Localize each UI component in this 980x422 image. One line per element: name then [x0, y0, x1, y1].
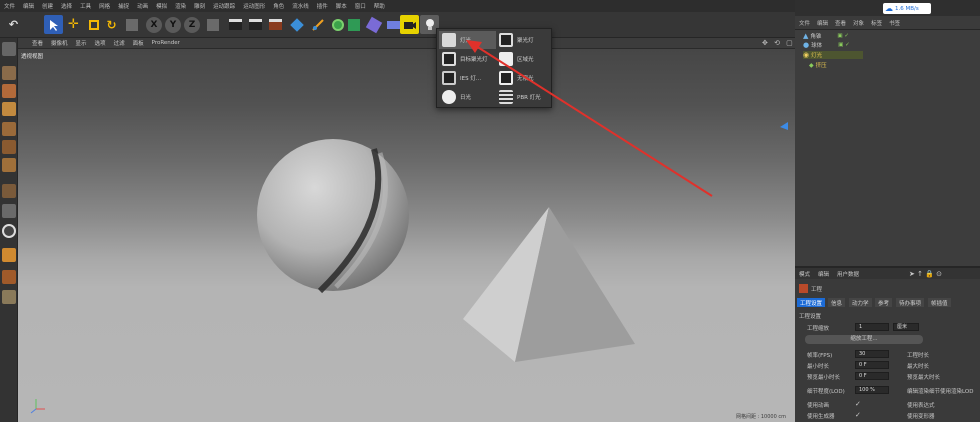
preview-max-time-label: 预览最大时长 — [907, 375, 941, 381]
visibility-check-icon[interactable]: ▣ ✓ — [837, 33, 849, 39]
objects-menu-view[interactable]: 查看 — [835, 19, 846, 27]
render-lod-label: 编辑渲染细节使用渲染LOD — [907, 389, 974, 395]
max-time-label: 最大时长 — [907, 364, 930, 370]
attributes-title: 工程 — [811, 286, 823, 293]
object-row-extrude[interactable]: ◆ 挤压 — [809, 61, 827, 70]
network-speed-value: 1.6 MB/s — [895, 5, 919, 12]
min-time-input[interactable]: 0 F — [855, 361, 889, 369]
use-generators-checkbox[interactable]: ✓ — [855, 411, 861, 419]
lod-input[interactable]: 100 % — [855, 386, 889, 394]
preview-min-time-label: 预览最小时长 — [807, 375, 841, 381]
preview-min-time-input[interactable]: 0 F — [855, 372, 889, 380]
object-row-pyramid[interactable]: ▲ 角锥 ▣ ✓ — [803, 32, 849, 40]
cloud-icon: ☁ — [885, 4, 893, 13]
attributes-header: 工程 — [799, 284, 822, 293]
object-name: 角锥 — [810, 34, 822, 40]
object-name: 球体 — [811, 43, 823, 49]
objects-menu: 文件 编辑 查看 对象 标签 书签 — [795, 16, 980, 30]
object-name: 灯光 — [811, 53, 823, 59]
visibility-check-icon[interactable]: ▣ ✓ — [838, 42, 850, 48]
fps-input[interactable]: 30 — [855, 350, 889, 358]
attributes-panel: 模式 编辑 用户数据 ➤ ↑ 🔒 ⊙ 工程 工程设置 信息 动力学 参考 待办事… — [795, 266, 980, 422]
attributes-menu-mode[interactable]: 模式 — [799, 270, 810, 278]
extrude-icon: ◆ — [809, 61, 814, 69]
object-row-sphere[interactable]: ● 球体 ▣ ✓ — [803, 41, 850, 49]
tab-frame-interpolation[interactable]: 帧插值 — [928, 298, 951, 307]
objects-menu-bookmarks[interactable]: 书签 — [889, 19, 900, 27]
right-top-strip: ☁ 1.6 MB/s — [795, 0, 980, 16]
project-scale-label: 工程缩放 — [807, 326, 830, 332]
network-speed-badge: ☁ 1.6 MB/s — [883, 3, 931, 14]
attributes-menu-edit[interactable]: 编辑 — [818, 270, 829, 278]
objects-menu-tags[interactable]: 标签 — [871, 19, 882, 27]
project-scale-unit-select[interactable]: 厘米 — [893, 323, 919, 331]
lod-label: 细节程度(LOD) — [807, 389, 845, 395]
project-time-label: 工程时长 — [907, 353, 930, 359]
tab-dynamics[interactable]: 动力学 — [849, 298, 872, 307]
tab-reference[interactable]: 参考 — [875, 298, 893, 307]
use-animation-checkbox[interactable]: ✓ — [855, 400, 861, 408]
fps-label: 帧率(FPS) — [807, 353, 833, 359]
object-row-light[interactable]: ◉ 灯光 — [803, 51, 863, 59]
use-animation-label: 使用动画 — [807, 403, 830, 409]
objects-menu-edit[interactable]: 编辑 — [817, 19, 828, 27]
light-object-icon: ◉ — [803, 51, 810, 59]
attributes-menu-user-data[interactable]: 用户数据 — [837, 270, 859, 278]
project-scale-input[interactable]: 1 — [855, 323, 889, 331]
scale-project-button[interactable]: 缩放工程... — [805, 335, 923, 344]
section-title: 工程设置 — [799, 314, 822, 320]
objects-menu-objects[interactable]: 对象 — [853, 19, 864, 27]
attributes-nav-icons[interactable]: ➤ ↑ 🔒 ⊙ — [909, 270, 942, 278]
objects-menu-file[interactable]: 文件 — [799, 19, 810, 27]
objects-list: ▲ 角锥 ▣ ✓ ● 球体 ▣ ✓ ◉ 灯光 ◆ 挤压 — [795, 30, 980, 266]
attributes-menu: 模式 编辑 用户数据 ➤ ↑ 🔒 ⊙ — [795, 268, 980, 279]
sphere-icon: ● — [803, 41, 810, 49]
project-icon — [799, 284, 808, 293]
object-name: 挤压 — [815, 63, 827, 69]
pyramid-icon: ▲ — [803, 32, 809, 40]
tab-todo[interactable]: 待办事项 — [896, 298, 925, 307]
use-expressions-label: 使用表达式 — [907, 403, 935, 409]
tab-info[interactable]: 信息 — [828, 298, 846, 307]
tab-project-settings[interactable]: 工程设置 — [797, 298, 826, 307]
min-time-label: 最小时长 — [807, 364, 830, 370]
use-generators-label: 使用生成器 — [807, 414, 835, 420]
use-deformers-label: 使用变形器 — [907, 414, 935, 420]
